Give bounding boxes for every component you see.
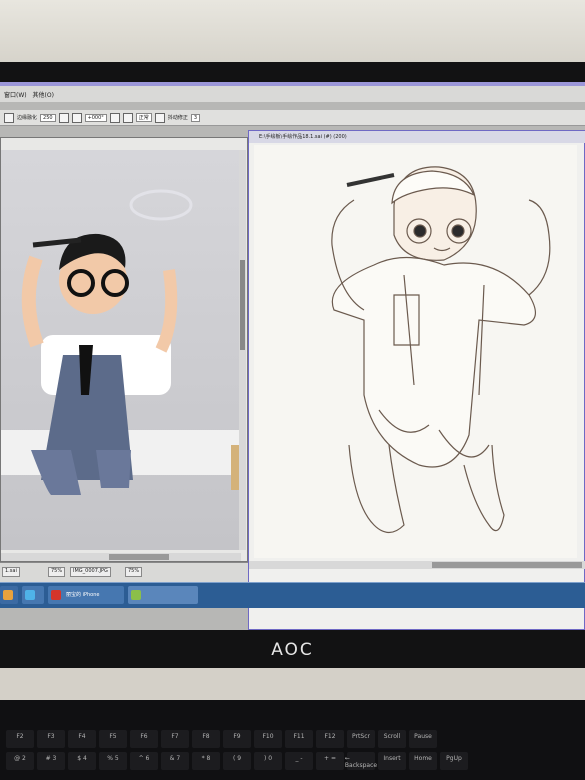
number-key[interactable]: Home xyxy=(409,752,437,770)
taskbar: 丽宝的 iPhone xyxy=(0,582,585,608)
zoom-out-icon[interactable] xyxy=(58,112,69,123)
number-key[interactable]: * 8 xyxy=(192,752,220,770)
function-key[interactable]: Scroll xyxy=(378,730,406,748)
number-key-row: @ 2 # 3 $ 4% 5 ^ 6 & 7 * 8( 9) 0 _ - + = ← Backs… xyxy=(0,752,585,770)
number-key[interactable]: $ 4 xyxy=(68,752,96,770)
number-key[interactable]: # 3 xyxy=(37,752,65,770)
stabilizer-field[interactable]: 3 xyxy=(190,113,201,122)
status-file-2[interactable]: IMG_0007.JPG xyxy=(70,567,111,577)
function-key[interactable]: F2 xyxy=(6,730,34,748)
rotate-left-icon[interactable] xyxy=(109,112,120,123)
monitor-logo: AOC xyxy=(271,640,314,660)
vertical-scrollbar[interactable] xyxy=(239,150,246,550)
function-key-row: F2 F3 F4 F5 F6 F7 F8 F9 F10 F11 F12 PrtScr Scroll Pau… xyxy=(0,730,585,748)
status-file-1[interactable]: 1.sai xyxy=(2,567,20,577)
canvas-window[interactable]: E:\手绘板\手绘作品18.1.sai (#) (200) xyxy=(248,130,585,630)
function-key[interactable]: F6 xyxy=(130,730,158,748)
cloud-app-button[interactable] xyxy=(22,586,44,604)
checkbox-icon[interactable] xyxy=(4,112,14,123)
function-key[interactable]: F4 xyxy=(68,730,96,748)
stabilizer-label: 抖动修正 xyxy=(167,115,188,121)
number-key[interactable]: @ 2 xyxy=(6,752,34,770)
function-key[interactable]: F9 xyxy=(223,730,251,748)
start-icon xyxy=(3,590,13,600)
cloud-icon xyxy=(25,590,35,600)
menu-window[interactable]: 窗口(W) xyxy=(4,90,27,99)
taskbar-iphone-label: 丽宝的 iPhone xyxy=(66,592,100,598)
status-zoom-2: 75% xyxy=(125,567,143,577)
function-key[interactable]: F8 xyxy=(192,730,220,748)
number-key[interactable]: ← Backspace xyxy=(345,752,377,770)
function-key[interactable]: PrtScr xyxy=(347,730,375,748)
rotate-right-icon[interactable] xyxy=(122,112,133,123)
function-key[interactable]: F7 xyxy=(161,730,189,748)
horizontal-scrollbar[interactable] xyxy=(1,553,241,561)
reference-photo xyxy=(1,150,239,550)
number-key[interactable]: Insert xyxy=(378,752,406,770)
drawing-canvas[interactable] xyxy=(254,145,577,558)
number-key[interactable]: ^ 6 xyxy=(130,752,158,770)
child-photo-illustration xyxy=(1,189,239,495)
number-key[interactable]: & 7 xyxy=(161,752,189,770)
function-key[interactable]: F5 xyxy=(99,730,127,748)
status-bar: 1.sai 75% IMG_0007.JPG 75% xyxy=(0,562,248,583)
edge-label: 边缘融化 xyxy=(17,115,38,121)
stabilizer-icon xyxy=(154,112,165,123)
function-key[interactable]: Pause xyxy=(409,730,437,748)
canvas-title: E:\手绘板\手绘作品18.1.sai (#) (200) xyxy=(249,131,585,143)
desk-surface xyxy=(0,668,585,700)
number-key[interactable]: ) 0 xyxy=(254,752,282,770)
taskbar-sai-button[interactable] xyxy=(128,586,198,604)
zoom-in-icon[interactable] xyxy=(71,112,82,123)
function-key[interactable]: F12 xyxy=(316,730,344,748)
toolbar: 边缘融化 250 +000° 正常 抖动修正 3 xyxy=(0,110,585,126)
angle-field[interactable]: +000° xyxy=(84,113,107,122)
reference-photo-window[interactable] xyxy=(0,137,248,562)
start-button[interactable] xyxy=(0,586,18,604)
sai-app-icon xyxy=(131,590,141,600)
keyboard: F2 F3 F4 F5 F6 F7 F8 F9 F10 F11 F12 PrtScr Scroll Pau… xyxy=(0,700,585,780)
qq-icon xyxy=(51,590,61,600)
status-zoom-1: 75% xyxy=(48,567,66,577)
menu-other[interactable]: 其他(O) xyxy=(33,90,54,99)
blend-mode-select[interactable]: 正常 xyxy=(135,113,152,122)
function-key[interactable]: F10 xyxy=(254,730,282,748)
taskbar-iphone-button[interactable]: 丽宝的 iPhone xyxy=(48,586,124,604)
number-key[interactable]: + = xyxy=(316,752,344,770)
canvas-horizontal-scrollbar[interactable] xyxy=(249,561,585,569)
number-key[interactable]: % 5 xyxy=(99,752,127,770)
number-key[interactable]: PgUp xyxy=(440,752,468,770)
number-key[interactable]: _ - xyxy=(285,752,313,770)
number-key[interactable]: ( 9 xyxy=(223,752,251,770)
line-art-sketch xyxy=(331,166,551,534)
wall-background xyxy=(0,0,585,70)
function-key[interactable]: F11 xyxy=(285,730,313,748)
monitor-screen: 窗口(W) 其他(O) 边缘融化 250 +000° 正常 抖动修正 3 E:\… xyxy=(0,82,585,630)
function-key[interactable]: F3 xyxy=(37,730,65,748)
size-field[interactable]: 250 xyxy=(40,113,56,122)
menu-bar: 窗口(W) 其他(O) xyxy=(0,82,585,102)
